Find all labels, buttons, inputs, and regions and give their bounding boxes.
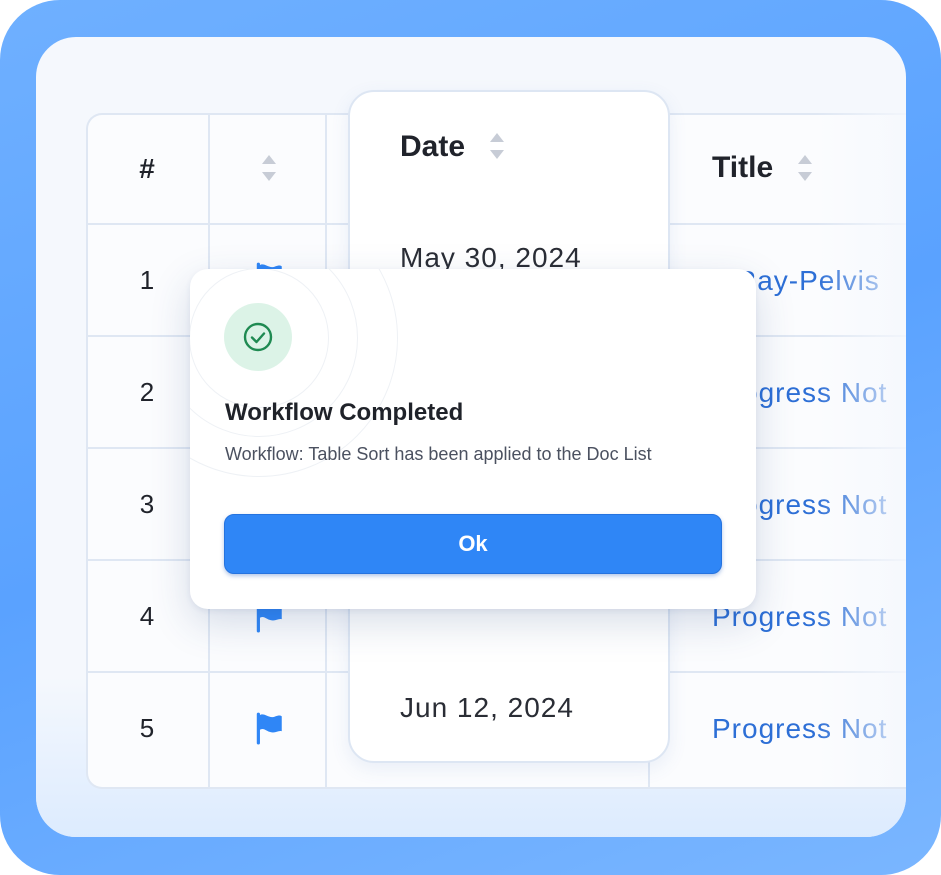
title-link[interactable]: Progress Not [712,713,887,745]
dialog-title: Workflow Completed [225,399,464,426]
dialog-message: Workflow: Table Sort has been applied to… [225,444,652,464]
row-number: 4 [139,601,155,631]
sort-icon[interactable] [262,155,276,181]
check-circle-icon [224,303,292,371]
check-icon [243,322,273,352]
workflow-complete-dialog: Workflow Completed Workflow: Table Sort … [190,269,756,609]
flag-icon[interactable] [252,711,286,745]
column-header-number[interactable]: # [86,153,208,185]
sort-icon[interactable] [798,155,812,181]
ok-button[interactable]: Ok [224,514,722,574]
column-header-title[interactable]: Title [712,151,773,185]
app-panel: # 1 2 3 4 5 Date May 30, 2024 Jun 12, 20… [36,37,906,837]
row-number: 5 [139,713,155,743]
date-cell: Jun 12, 2024 [400,692,574,723]
sort-icon[interactable] [490,133,504,159]
column-header-date[interactable]: Date [400,130,465,164]
title-link[interactable]: Ray-Pelvis [736,265,880,297]
